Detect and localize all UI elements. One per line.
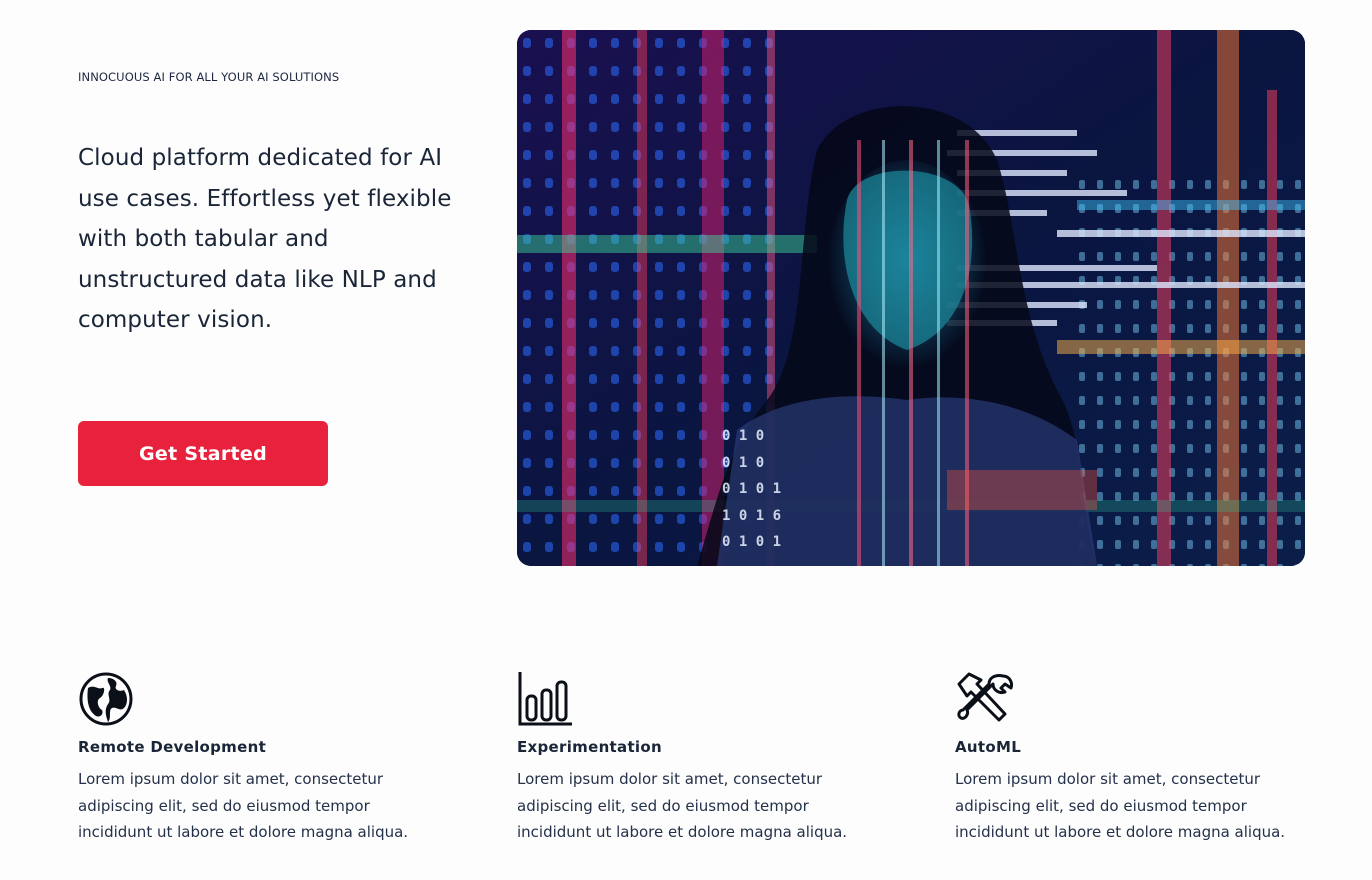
hero-image: 0 1 0 0 1 0 0 1 0 1 1 0 1 6 0 1 0 1 [517, 30, 1305, 566]
feature-automl: AutoML Lorem ipsum dolor sit amet, conse… [955, 670, 1315, 846]
feature-description: Lorem ipsum dolor sit amet, consectetur … [955, 770, 1286, 841]
feature-title: Experimentation [517, 738, 662, 756]
feature-description: Lorem ipsum dolor sit amet, consectetur … [517, 770, 848, 841]
svg-text:1 0 1 6: 1 0 1 6 [722, 508, 781, 524]
hero-eyebrow: INNOCUOUS AI FOR ALL YOUR AI SOLUTIONS [78, 70, 340, 84]
tools-icon [955, 670, 1015, 730]
feature-remote-development: Remote Development Lorem ipsum dolor sit… [78, 670, 438, 846]
feature-title: Remote Development [78, 738, 267, 756]
feature-description: Lorem ipsum dolor sit amet, consectetur … [78, 770, 409, 841]
svg-text:0 1 0: 0 1 0 [722, 428, 764, 444]
get-started-button[interactable]: Get Started [78, 421, 328, 486]
svg-text:0 1 0 1: 0 1 0 1 [722, 481, 781, 497]
feature-experimentation: Experimentation Lorem ipsum dolor sit am… [517, 670, 877, 846]
svg-text:0 1 0 1: 0 1 0 1 [722, 534, 781, 550]
svg-text:0 1 0: 0 1 0 [722, 455, 764, 471]
feature-title: AutoML [955, 738, 1022, 756]
hero-headline: Cloud platform dedicated for AI use case… [78, 145, 452, 333]
bar-chart-icon [517, 670, 577, 730]
globe-icon [78, 670, 138, 730]
